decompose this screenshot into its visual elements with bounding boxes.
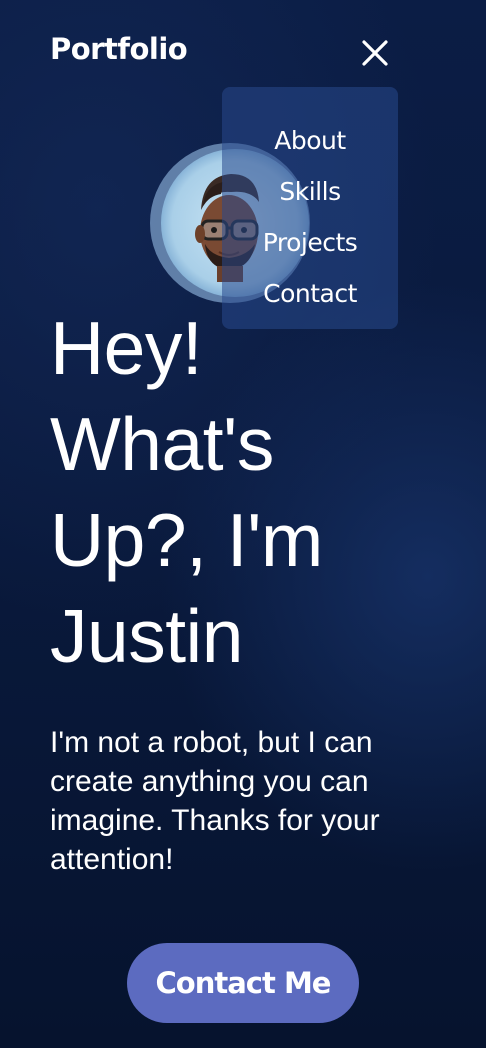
nav-item-about[interactable]: About — [222, 115, 398, 166]
headline-line: Justin — [50, 594, 243, 678]
nav-menu: About Skills Projects Contact — [222, 87, 398, 329]
contact-me-button[interactable]: Contact Me — [127, 943, 359, 1023]
headline-line: Hey! — [50, 306, 203, 390]
site-logo[interactable]: Portfolio — [50, 32, 188, 66]
intro-line: attention! — [50, 843, 174, 876]
intro-line: create anything you can — [50, 765, 369, 798]
headline-line: Up?, I'm — [50, 498, 323, 582]
hero-headline: Hey! What's Up?, I'm Justin — [50, 300, 470, 684]
portfolio-page: Portfolio About Skills Projects Contact … — [0, 0, 486, 1048]
close-icon — [362, 40, 388, 66]
nav-item-projects[interactable]: Projects — [222, 217, 398, 268]
intro-line: I'm not a robot, but I can — [50, 726, 373, 759]
close-menu-button[interactable] — [358, 36, 392, 70]
hero-intro: I'm not a robot, but I can create anythi… — [50, 723, 450, 879]
intro-line: imagine. Thanks for your — [50, 804, 380, 837]
headline-line: What's — [50, 402, 274, 486]
nav-item-skills[interactable]: Skills — [222, 166, 398, 217]
